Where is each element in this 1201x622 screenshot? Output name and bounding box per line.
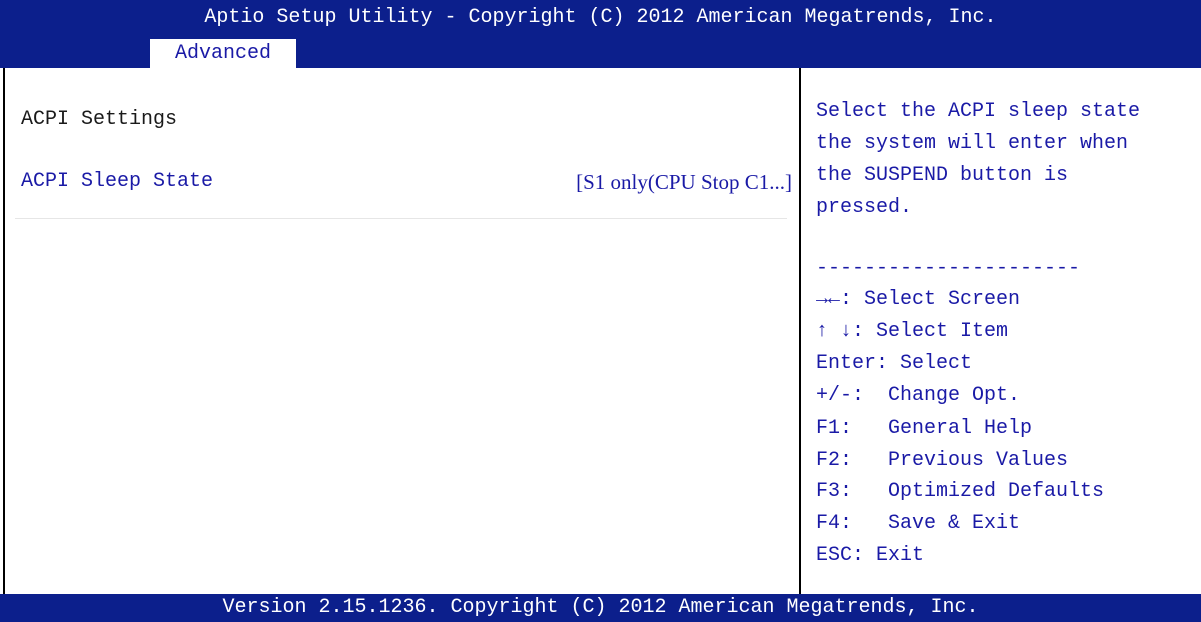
tab-advanced[interactable]: Advanced [150, 39, 296, 68]
help-pane: Select the ACPI sleep state the system w… [801, 68, 1201, 594]
version-text: Version 2.15.1236. Copyright (C) 2012 Am… [222, 596, 979, 619]
help-description-line: the SUSPEND button is [816, 164, 1069, 187]
help-separator: ---------------------- [816, 257, 1081, 280]
key-hint-select-screen: →←: Select Screen [816, 288, 1021, 311]
bios-screen: Aptio Setup Utility - Copyright (C) 2012… [0, 0, 1201, 622]
key-hint-select-item: ↑ ↓: Select Item [816, 320, 1009, 343]
key-hint-f1: F1: General Help [816, 417, 1033, 440]
tab-bar: Advanced [0, 36, 1201, 68]
acpi-sleep-state-value[interactable]: [S1 only(CPU Stop C1...] [576, 170, 792, 195]
key-hint-enter: Enter: Select [816, 352, 973, 375]
app-title: Aptio Setup Utility - Copyright (C) 2012… [204, 6, 997, 29]
title-bar: Aptio Setup Utility - Copyright (C) 2012… [0, 0, 1201, 36]
section-title: ACPI Settings [21, 108, 178, 131]
help-description-line: pressed. [816, 196, 913, 219]
help-description-line: Select the ACPI sleep state [816, 100, 1141, 123]
acpi-sleep-state-option[interactable]: ACPI Sleep State [S1 only(CPU Stop C1...… [5, 160, 799, 196]
key-hint-f2: F2: Previous Values [816, 449, 1069, 472]
key-hint-change-opt: +/-: Change Opt. [816, 384, 1021, 407]
footer-bar: Version 2.15.1236. Copyright (C) 2012 Am… [0, 594, 1201, 622]
tab-advanced-label: Advanced [174, 42, 271, 65]
acpi-sleep-state-label: ACPI Sleep State [21, 170, 214, 193]
help-description-line: the system will enter when [816, 132, 1129, 155]
option-separator [15, 218, 787, 219]
main-pane: ACPI Settings ACPI Sleep State [S1 only(… [5, 68, 799, 594]
key-hint-esc: ESC: Exit [816, 544, 925, 567]
key-hint-f3: F3: Optimized Defaults [816, 480, 1105, 503]
key-hint-f4: F4: Save & Exit [816, 512, 1021, 535]
